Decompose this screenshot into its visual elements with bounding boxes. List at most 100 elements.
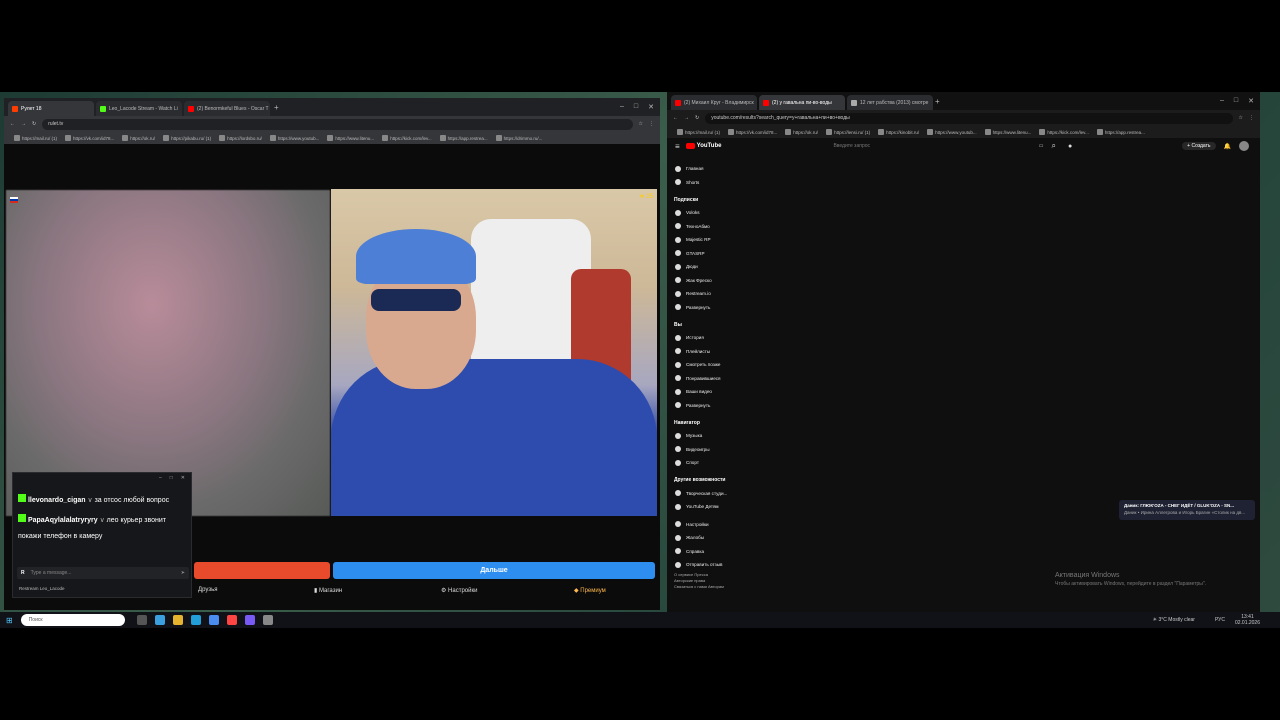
sidebar-item[interactable]: ТехноАбмо — [667, 220, 747, 234]
sidebar-item[interactable]: Развернуть — [667, 399, 747, 413]
sidebar-item[interactable]: Музыка — [667, 429, 747, 443]
bookmark-item[interactable]: https://www.litenu... — [984, 129, 1031, 135]
friends-menu-item[interactable]: Друзья — [198, 587, 217, 593]
close-icon[interactable]: ✕ — [1248, 97, 1254, 105]
start-icon[interactable]: ⊞ — [6, 616, 13, 625]
sidebar-item[interactable]: Majestic RP — [667, 233, 747, 247]
maximize-icon[interactable]: □ — [634, 103, 638, 111]
bookmark-item[interactable]: https://drimmo.ru/... — [495, 135, 542, 141]
star-icon[interactable]: ☆ — [1239, 115, 1243, 121]
sidebar-item[interactable]: GTASRP — [667, 247, 747, 261]
sidebar-section-header[interactable]: Вы — [667, 318, 747, 331]
right-tab-1[interactable]: (2) Михаил Круг - Владимирск — [671, 95, 757, 110]
next-button[interactable]: Дальше — [333, 562, 655, 579]
right-tab-2[interactable]: (2) у гавальна пи-во-воды — [759, 95, 845, 110]
sidebar-section-header[interactable]: Подписки — [667, 193, 747, 206]
bookmark-item[interactable]: https://www.youtub... — [269, 135, 319, 141]
new-tab-icon[interactable]: + — [274, 103, 279, 112]
bookmark-item[interactable]: https://app.restrea... — [439, 135, 488, 141]
sidebar-item[interactable]: Дюди — [667, 260, 747, 274]
premium-menu-item[interactable]: ◆ Премиум — [574, 587, 606, 594]
app-icon[interactable] — [262, 615, 273, 625]
youtube-app-icon[interactable] — [226, 615, 237, 625]
mini-player[interactable]: Даник: ГЛЮК'OZA - СНЕГ ИДЁТ / GLUK'OZA -… — [1119, 500, 1255, 520]
sidebar-item[interactable]: Главная — [667, 162, 747, 176]
bookmark-item[interactable]: https://vk.com/id78... — [728, 129, 777, 135]
bell-icon[interactable]: 🔔 — [1224, 143, 1231, 150]
forward-icon[interactable]: → — [21, 121, 26, 127]
sidebar-item[interactable]: Смотреть позже — [667, 358, 747, 372]
star-icon[interactable]: ☆ — [639, 121, 643, 127]
chat-minimize-icon[interactable]: – — [159, 475, 162, 481]
close-icon[interactable]: ✕ — [648, 103, 654, 111]
bookmark-item[interactable]: https://ok.ru/ — [122, 135, 155, 141]
bookmark-item[interactable]: https://vk.com/id78... — [65, 135, 114, 141]
shop-menu-item[interactable]: ▮ Магазин — [314, 587, 342, 594]
sidebar-item[interactable]: YouTube Детям — [667, 500, 747, 514]
task-view-icon[interactable] — [136, 615, 147, 625]
stop-button[interactable] — [194, 562, 330, 579]
sidebar-section-header[interactable]: Другие возможности — [667, 474, 747, 487]
bookmark-item[interactable]: https://lordsbo.ru/ — [219, 135, 262, 141]
sidebar-item[interactable]: Shorts — [667, 176, 747, 190]
right-tab-3[interactable]: 12 лет рабства (2013) смотре — [847, 95, 933, 110]
new-tab-icon[interactable]: + — [935, 97, 940, 106]
url-field[interactable]: youtube.com/results?search_query=у+гавал… — [705, 112, 1233, 124]
search-icon[interactable]: ⌕ — [1051, 141, 1055, 151]
sidebar-item[interactable]: Жак Фреско — [667, 274, 747, 288]
chrome-icon[interactable] — [208, 615, 219, 625]
minimize-icon[interactable]: – — [620, 103, 624, 111]
sidebar-item[interactable]: Настройки — [667, 518, 747, 532]
reload-icon[interactable]: ↻ — [695, 115, 699, 121]
sidebar-item[interactable]: Понравившиеся — [667, 372, 747, 386]
bookmark-item[interactable]: https://ok.ru/ — [785, 129, 818, 135]
bookmark-item[interactable]: https://pikabu.ru/ (1) — [163, 135, 211, 141]
hamburger-icon[interactable]: ≡ — [675, 142, 680, 151]
left-tab-2[interactable]: Leo_Lacode Stream - Watch Li — [96, 101, 182, 116]
bookmark-item[interactable]: https://app.restrea... — [1096, 129, 1145, 135]
sidebar-item[interactable]: Плейлисты — [667, 345, 747, 359]
keyboard-icon[interactable]: ▭ — [1039, 143, 1044, 149]
maximize-icon[interactable]: □ — [1234, 97, 1238, 105]
sidebar-item[interactable]: Ваши видео — [667, 385, 747, 399]
avatar[interactable] — [1238, 141, 1249, 151]
sidebar-item[interactable]: Развернуть — [667, 301, 747, 315]
left-tab-3[interactable]: (2) Benormkeful Blues - Oscar T — [184, 101, 270, 116]
menu-icon[interactable]: ⋮ — [649, 121, 654, 127]
bookmark-item[interactable]: https://www.youtub... — [927, 129, 977, 135]
bookmark-item[interactable]: https://mail.ru/ (1) — [677, 129, 720, 135]
sidebar-item[interactable]: Жалобы — [667, 531, 747, 545]
edge-icon[interactable] — [154, 615, 165, 625]
sidebar-section-header[interactable]: Навигатор — [667, 416, 747, 429]
bookmark-item[interactable]: https://mail.ru/ (1) — [14, 135, 57, 141]
bookmark-item[interactable]: https://kinobit.ru/ — [878, 129, 919, 135]
bookmark-item[interactable]: https://kick.com/lev... — [1039, 129, 1089, 135]
sidebar-item[interactable]: Voloks — [667, 206, 747, 220]
back-icon[interactable]: ← — [673, 115, 678, 121]
youtube-logo[interactable]: YouTube — [685, 143, 721, 149]
forward-icon[interactable]: → — [684, 115, 689, 121]
clock[interactable]: 13:41 02.01.2026 — [1235, 614, 1260, 626]
app-icon[interactable] — [244, 615, 255, 625]
sidebar-item[interactable]: Видеоигры — [667, 443, 747, 457]
sidebar-item[interactable]: Restream.io — [667, 287, 747, 301]
minimize-icon[interactable]: – — [1220, 97, 1224, 105]
bookmark-item[interactable]: https://kick.com/lev... — [382, 135, 432, 141]
taskbar-search[interactable]: Поиск — [20, 614, 125, 626]
chat-input[interactable]: R Type a message... ➤ — [17, 567, 189, 579]
yt-search-input[interactable]: Введите запрос ▭ — [833, 141, 1043, 151]
settings-menu-item[interactable]: ⚙ Настройки — [441, 587, 477, 594]
menu-icon[interactable]: ⋮ — [1249, 115, 1254, 121]
sidebar-item[interactable]: История — [667, 331, 747, 345]
weather-widget[interactable]: ☀ 3°C Mostly clear — [1153, 617, 1195, 623]
chat-close-icon[interactable]: ✕ — [181, 475, 185, 481]
sidebar-item[interactable]: Спорт — [667, 456, 747, 470]
sidebar-item[interactable]: Творческая студи... — [667, 487, 747, 501]
footer-link[interactable]: Связаться с нами Авторам — [667, 584, 747, 590]
bookmark-item[interactable]: https://www.litenu... — [327, 135, 374, 141]
back-icon[interactable]: ← — [10, 121, 15, 127]
url-field[interactable]: rulet.tv — [42, 118, 633, 130]
sidebar-item[interactable]: Отправить отзыв — [667, 558, 747, 572]
telegram-icon[interactable] — [190, 615, 201, 625]
explorer-icon[interactable] — [172, 615, 183, 625]
